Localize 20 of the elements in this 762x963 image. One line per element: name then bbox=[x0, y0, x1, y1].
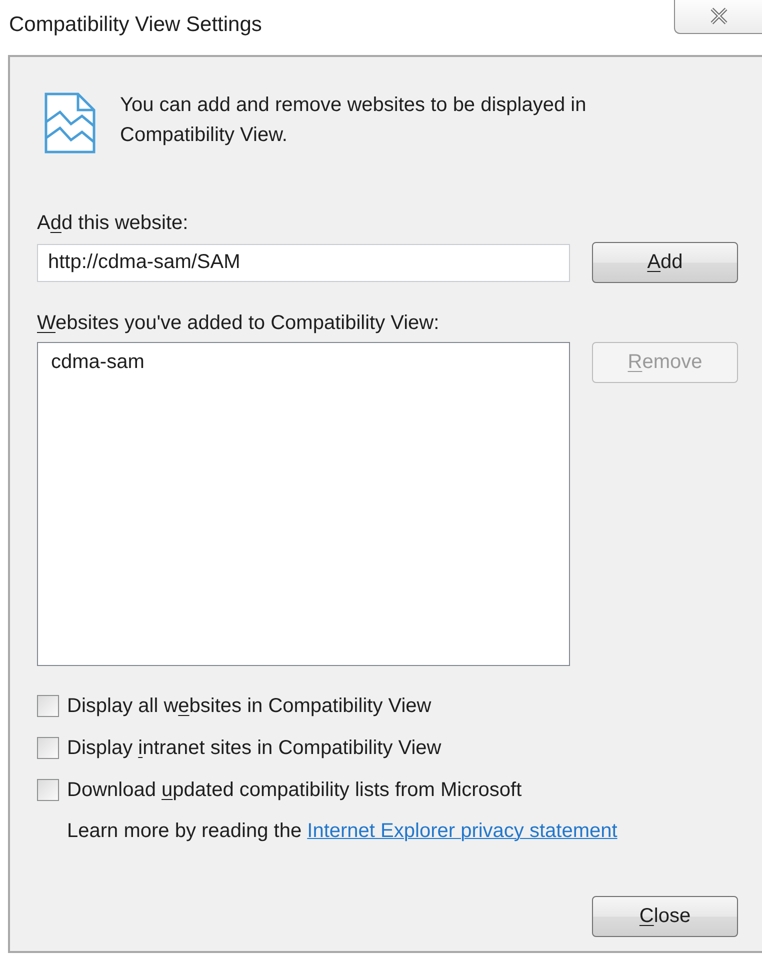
checkbox-label: Display all websites in Compatibility View bbox=[67, 694, 432, 718]
checkbox-label: Download updated compatibility lists from Microsoft bbox=[67, 778, 522, 802]
close-icon bbox=[708, 7, 728, 25]
website-input-field[interactable]: http://cdma-sam/SAM bbox=[37, 244, 570, 282]
checkbox-label: Display intranet sites in Compatibility View bbox=[67, 736, 442, 760]
window-title: Compatibility View Settings bbox=[9, 13, 262, 37]
close-button[interactable] bbox=[674, 0, 762, 34]
websites-list[interactable]: cdma-sam bbox=[37, 342, 570, 666]
document-icon bbox=[44, 92, 96, 154]
field-label: Add this website: bbox=[37, 211, 190, 236]
privacy-link[interactable]: Internet Explorer privacy statement bbox=[307, 820, 618, 842]
checkbox[interactable] bbox=[37, 779, 59, 801]
list-item[interactable]: cdma-sam bbox=[51, 351, 556, 374]
close-dialog-button[interactable]: Close bbox=[592, 896, 738, 937]
add-button[interactable]: Add bbox=[592, 242, 738, 283]
checkbox[interactable] bbox=[37, 737, 59, 759]
privacy-text: Learn more by reading the Internet Explorer privacy statement bbox=[67, 819, 618, 844]
checkbox[interactable] bbox=[37, 695, 59, 717]
list-label: Websites you've added to Compatibility View: bbox=[37, 311, 440, 336]
intro-text: You can add and remove websites to be displayed in Compatibility View. bbox=[120, 93, 588, 148]
